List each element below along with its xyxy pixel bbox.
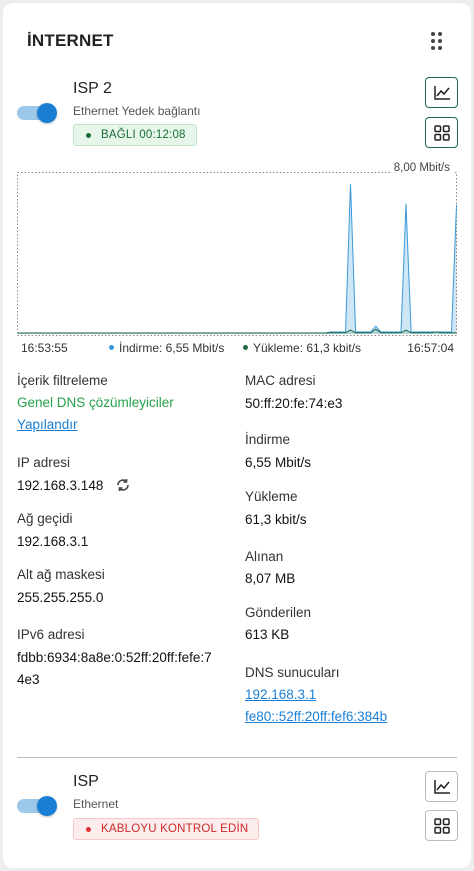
download-value: 6,55 Mbit/s [245,455,312,470]
chart-legend: 16:53:55 İndirme: 6,55 Mbit/s Yükleme: 6… [17,341,457,357]
chart-x-start: 16:53:55 [21,341,68,355]
isp1-status-text: KABLOYU KONTROL EDİN [101,823,249,835]
ip-address-value: 192.168.3.148 [17,478,104,493]
dns-servers-label: DNS sunucuları [245,665,340,680]
isp1-type: Ethernet [73,797,119,811]
traffic-chart: 8,00 Mbit/s [17,162,457,336]
isp1-toggle[interactable] [17,796,57,816]
isp2-chart-button[interactable] [425,77,458,108]
isp1-details-button[interactable] [425,810,458,841]
legend-dot-upload [243,345,248,351]
isp1-name: ISP [73,773,99,790]
chart-x-end: 16:57:04 [407,341,454,355]
isp1-chart-button[interactable] [425,771,458,802]
series-line-download [17,183,457,334]
upload-value: 61,3 kbit/s [245,512,307,527]
widget-title: İNTERNET [27,31,114,50]
gateway-label: Ağ geçidi [17,511,73,526]
received-value: 8,07 MB [245,571,296,586]
status-dot [86,132,91,138]
grid-icon [433,124,450,141]
line-chart-icon [433,779,450,794]
dns-server-link[interactable]: 192.168.3.1 [245,687,316,702]
mac-address-label: MAC adresi [245,373,316,388]
isp2-type: Ethernet Yedek bağlantı [73,104,201,118]
legend-download: İndirme: 6,55 Mbit/s [109,341,224,355]
subnet-mask-value: 255.255.255.0 [17,590,104,605]
subnet-mask-label: Alt ağ maskesi [17,567,105,582]
ip-address-label: IP adresi [17,455,71,470]
legend-dot-download [109,345,114,351]
legend-upload: Yükleme: 61,3 kbit/s [243,341,361,355]
section-divider [17,757,457,758]
isp2-toggle[interactable] [17,103,57,123]
chart-frame [17,172,457,336]
mac-address-value: 50:ff:20:fe:74:e3 [245,396,343,411]
download-label: İndirme [245,432,291,447]
legend-download-label: İndirme: 6,55 Mbit/s [119,341,225,355]
ipv6-value-line2: 4e3 [17,672,40,687]
legend-upload-label: Yükleme: 61,3 kbit/s [253,341,362,355]
ipv6-value-line1: fdbb:6934:8a8e:0:52ff:20ff:fefe:7 [17,650,212,665]
gateway-value: 192.168.3.1 [17,534,89,549]
upload-label: Yükleme [245,489,298,504]
series-area-download [17,183,457,334]
isp2-status-text: BAĞLI 00:12:08 [101,129,186,141]
series-line-upload [17,328,457,334]
isp2-name: ISP 2 [73,80,112,97]
refresh-icon[interactable] [115,477,131,493]
traffic-chart-svg [17,172,457,336]
toggle-knob [37,103,57,123]
sent-label: Gönderilen [245,605,312,620]
toggle-knob [37,796,57,816]
dns-server-link[interactable]: fe80::52ff:20ff:fef6:384b [245,709,387,724]
received-label: Alınan [245,549,284,564]
isp2-status-badge: BAĞLI 00:12:08 [73,124,197,146]
configure-link[interactable]: Yapılandır [17,417,78,432]
drag-handle-icon[interactable] [430,31,444,51]
status-dot [86,826,91,832]
content-filter-value: Genel DNS çözümleyiciler [17,395,174,410]
isp1-status-badge: KABLOYU KONTROL EDİN [73,818,260,840]
content-filter-label: İçerik filtreleme [17,373,108,388]
isp2-details-button[interactable] [425,117,458,148]
line-chart-icon [433,85,450,100]
ipv6-label: IPv6 adresi [17,627,85,642]
chart-max-label: 8,00 Mbit/s [390,162,453,174]
sent-value: 613 KB [245,627,290,642]
grid-icon [433,817,450,834]
